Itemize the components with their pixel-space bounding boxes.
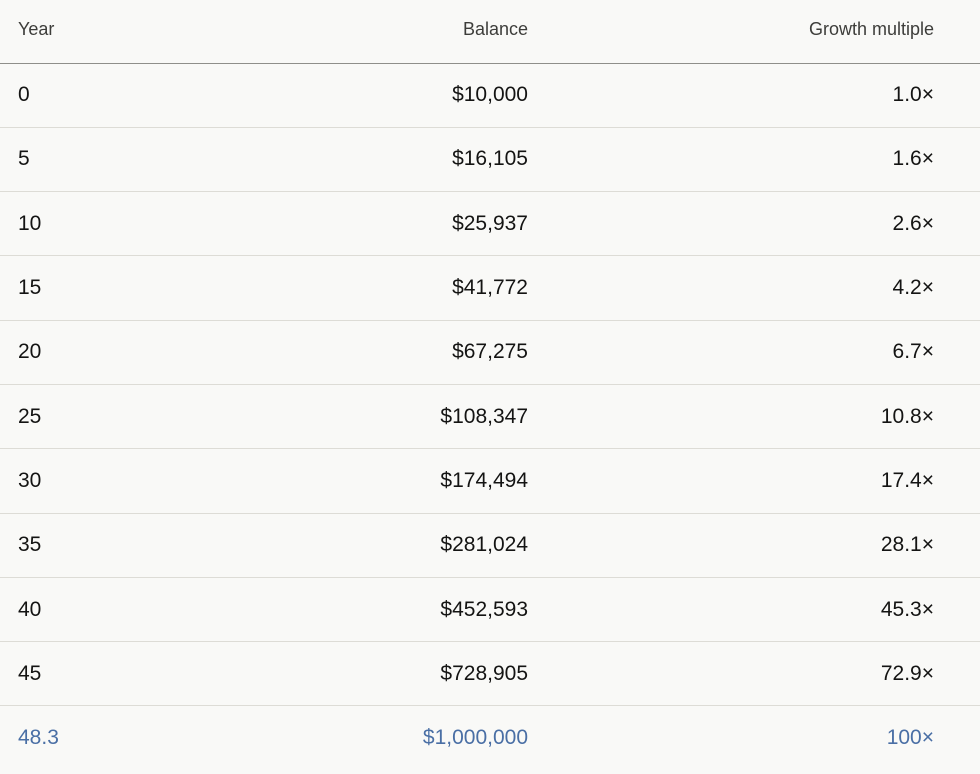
cell-year: 30	[0, 448, 230, 514]
cell-balance: $41,772	[230, 255, 540, 321]
cell-balance: $174,494	[230, 448, 540, 514]
cell-balance: $16,105	[230, 127, 540, 193]
table-row: 30 $174,494 17.4×	[0, 448, 980, 514]
cell-year: 25	[0, 384, 230, 450]
header-row: Year Balance Growth multiple	[0, 0, 980, 64]
cell-year: 0	[0, 63, 230, 128]
cell-growth-multiple: 2.6×	[540, 191, 980, 257]
cell-growth-multiple: 72.9×	[540, 641, 980, 707]
table-body: 0 $10,000 1.0× 5 $16,105 1.6× 10 $25,937…	[0, 63, 980, 770]
growth-table: Year Balance Growth multiple 0 $10,000 1…	[0, 0, 980, 770]
cell-year: 45	[0, 641, 230, 707]
cell-balance: $108,347	[230, 384, 540, 450]
table-row: 15 $41,772 4.2×	[0, 255, 980, 321]
cell-growth-multiple: 28.1×	[540, 513, 980, 578]
cell-growth-multiple: 1.0×	[540, 63, 980, 128]
header-growth-multiple: Growth multiple	[540, 0, 980, 64]
cell-growth-multiple: 4.2×	[540, 255, 980, 321]
cell-balance: $67,275	[230, 320, 540, 385]
cell-growth-multiple: 17.4×	[540, 448, 980, 514]
cell-balance: $281,024	[230, 513, 540, 578]
table-row-highlighted: 48.3 $1,000,000 100×	[0, 706, 980, 770]
cell-year: 15	[0, 255, 230, 321]
cell-year: 5	[0, 127, 230, 193]
cell-growth-multiple: 1.6×	[540, 127, 980, 193]
cell-growth-multiple: 100×	[886, 726, 934, 750]
cell-balance: $25,937	[230, 191, 540, 257]
cell-growth-multiple: 6.7×	[540, 320, 980, 385]
cell-balance: $452,593	[230, 577, 540, 643]
cell-balance: $10,000	[230, 63, 540, 128]
cell-year: 40	[0, 577, 230, 643]
table-row: 0 $10,000 1.0×	[0, 63, 980, 128]
cell-growth-multiple: 45.3×	[540, 577, 980, 643]
header-year: Year	[0, 0, 230, 64]
table-row: 10 $25,937 2.6×	[0, 191, 980, 257]
cell-year: 10	[0, 191, 230, 257]
table-header: Year Balance Growth multiple	[0, 0, 980, 64]
table-row: 40 $452,593 45.3×	[0, 577, 980, 643]
table-row: 35 $281,024 28.1×	[0, 513, 980, 578]
table-row: 25 $108,347 10.8×	[0, 384, 980, 450]
growth-table-container: Year Balance Growth multiple 0 $10,000 1…	[0, 0, 980, 774]
table-row: 20 $67,275 6.7×	[0, 320, 980, 385]
cell-year: 35	[0, 513, 230, 578]
table-row: 5 $16,105 1.6×	[0, 127, 980, 193]
cell-year: 48.3	[18, 726, 59, 750]
cell-balance: $728,905	[230, 641, 540, 707]
header-balance: Balance	[230, 0, 540, 64]
cell-balance: $1,000,000	[422, 726, 528, 750]
cell-growth-multiple: 10.8×	[540, 384, 980, 450]
cell-year: 20	[0, 320, 230, 385]
table-row: 45 $728,905 72.9×	[0, 641, 980, 707]
